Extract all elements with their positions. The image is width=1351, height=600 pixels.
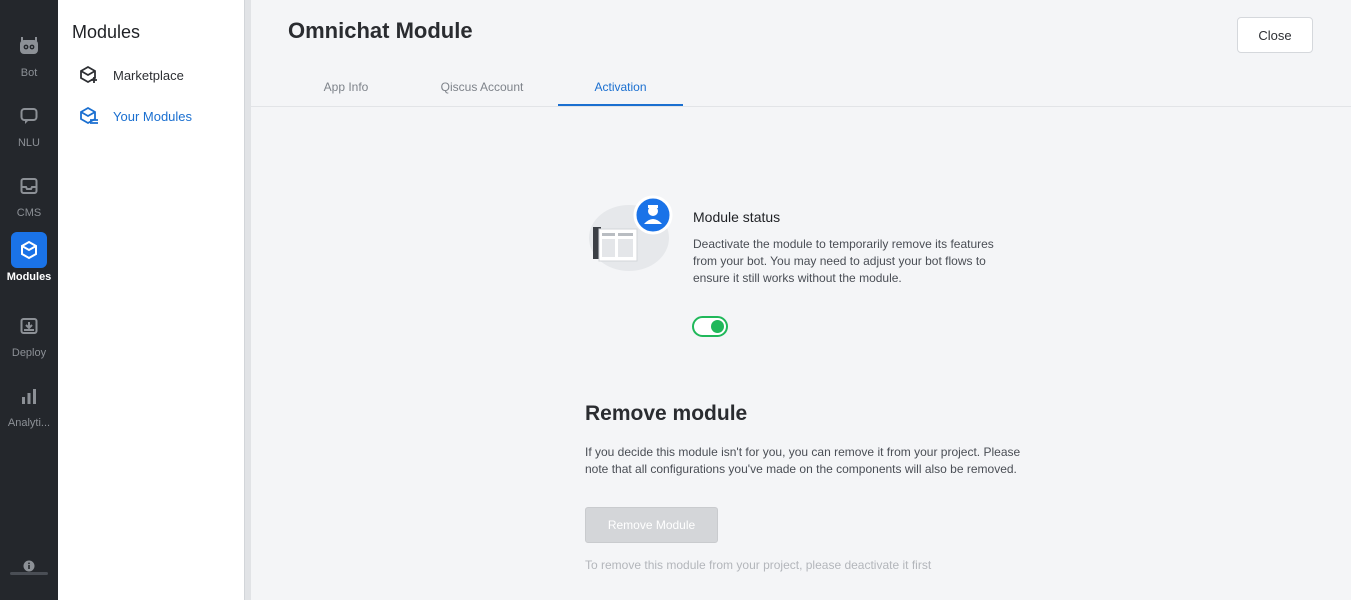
rail-label: NLU	[17, 137, 40, 149]
sidebar-item-your-modules[interactable]: Your Modules	[78, 105, 192, 127]
main-panel: Omnichat Module Close App Info Qiscus Ac…	[251, 0, 1351, 600]
sidebar-item-label: Your Modules	[113, 108, 193, 124]
remove-module-hint: To remove this module from your project,…	[585, 558, 932, 572]
module-icon	[11, 232, 47, 268]
chat-icon	[11, 98, 47, 134]
rail-item-modules[interactable]: Modules	[0, 228, 58, 292]
tabs-divider	[251, 106, 1351, 107]
close-button[interactable]: Close	[1237, 17, 1313, 53]
module-status-toggle[interactable]	[692, 316, 728, 337]
rail-item-deploy[interactable]: Deploy	[0, 304, 58, 368]
rail-divider	[10, 572, 48, 575]
module-status-title: Module status	[693, 209, 781, 225]
tab-activation[interactable]: Activation	[558, 80, 683, 106]
rail-item-nlu[interactable]: NLU	[0, 94, 58, 158]
rail-label: Modules	[6, 271, 52, 283]
rail-label: Deploy	[11, 347, 47, 359]
deploy-icon	[11, 308, 47, 344]
modules-sidebar: Modules Marketplace Your Modules	[58, 0, 246, 600]
tab-app-info[interactable]: App Info	[321, 80, 371, 106]
rail-item-analytics[interactable]: Analyti...	[0, 374, 58, 438]
page-title: Omnichat Module	[288, 18, 473, 43]
analytics-icon	[11, 378, 47, 414]
sidebar-title: Modules	[72, 22, 141, 42]
toggle-knob	[711, 320, 724, 333]
remove-module-description: If you decide this module isn't for you,…	[585, 445, 1021, 476]
your-modules-icon	[78, 105, 100, 127]
tab-qiscus-account[interactable]: Qiscus Account	[437, 80, 527, 106]
rail-label: Analyti...	[7, 417, 51, 429]
rail-item-bot[interactable]: Bot	[0, 24, 58, 88]
inbox-icon	[11, 168, 47, 204]
module-status-illustration	[587, 195, 673, 275]
bot-icon	[11, 28, 47, 64]
remove-module-title: Remove module	[585, 402, 748, 425]
rail-item-cms[interactable]: CMS	[0, 164, 58, 228]
marketplace-icon	[78, 64, 100, 86]
app-rail: Bot NLU CMS Modules Deploy Analyti...	[0, 0, 58, 600]
sidebar-item-marketplace[interactable]: Marketplace	[78, 64, 184, 86]
rail-label: Bot	[20, 67, 38, 79]
remove-module-button[interactable]: Remove Module	[585, 507, 718, 543]
module-status-description: Deactivate the module to temporarily rem…	[693, 237, 994, 285]
sidebar-scrollbar[interactable]	[244, 0, 251, 600]
sidebar-item-label: Marketplace	[113, 67, 184, 83]
rail-label: CMS	[16, 207, 42, 219]
